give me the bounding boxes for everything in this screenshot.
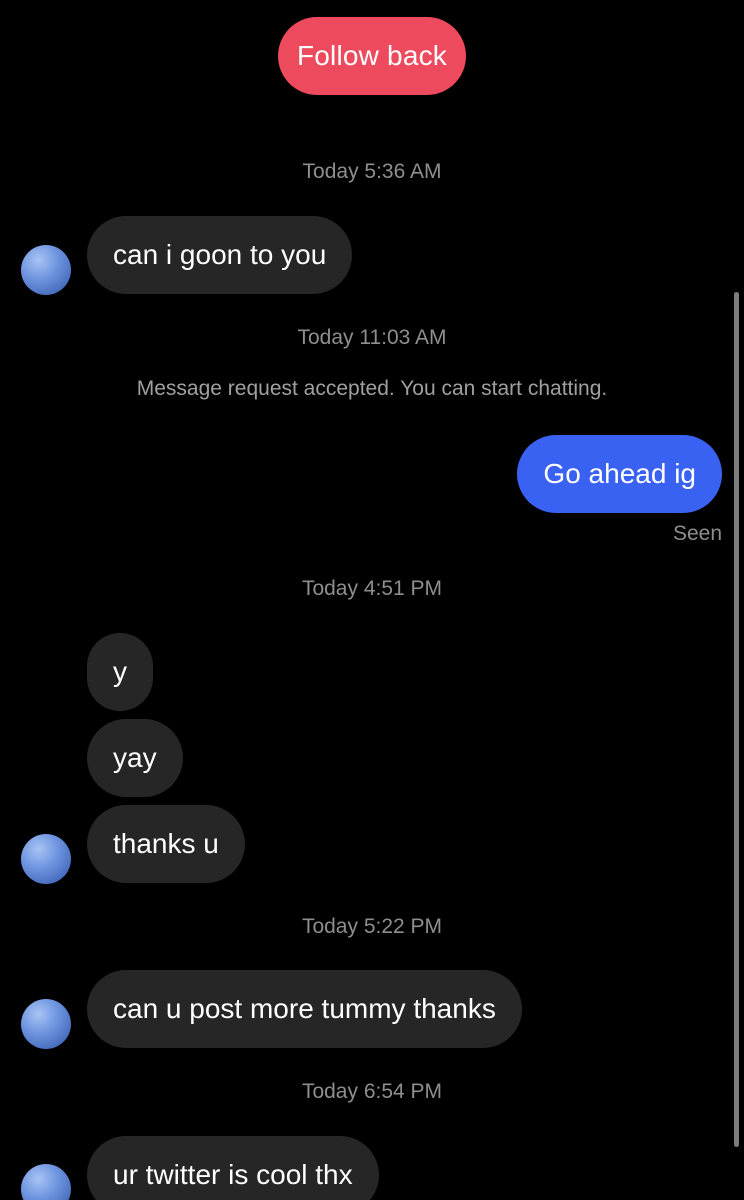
timestamp: Today 11:03 AM <box>297 326 447 349</box>
timestamp: Today 5:36 AM <box>302 160 442 183</box>
seen-status: Seen <box>672 522 722 545</box>
incoming-message[interactable]: can u post more tummy thanks <box>87 970 522 1048</box>
sender-avatar[interactable] <box>21 999 71 1049</box>
timestamp: Today 5:22 PM <box>301 915 443 938</box>
incoming-message[interactable]: y <box>87 633 153 711</box>
incoming-message[interactable]: can i goon to you <box>87 216 353 294</box>
scrollbar[interactable] <box>734 292 739 1147</box>
sender-avatar[interactable] <box>21 245 71 295</box>
follow-back-button[interactable]: Follow back <box>278 17 466 95</box>
sender-avatar[interactable] <box>21 1164 71 1200</box>
system-note: Message request accepted. You can start … <box>136 377 608 400</box>
sender-avatar[interactable] <box>21 834 71 884</box>
outgoing-message[interactable]: Go ahead ig <box>517 435 722 513</box>
incoming-message[interactable]: yay <box>87 719 183 797</box>
incoming-message[interactable]: thanks u <box>87 805 245 883</box>
timestamp: Today 6:54 PM <box>301 1080 443 1103</box>
timestamp: Today 4:51 PM <box>301 577 443 600</box>
incoming-message[interactable]: ur twitter is cool thx <box>87 1136 379 1200</box>
dm-thread-screen: Follow back Today 5:36 AM can i goon to … <box>0 0 744 1200</box>
